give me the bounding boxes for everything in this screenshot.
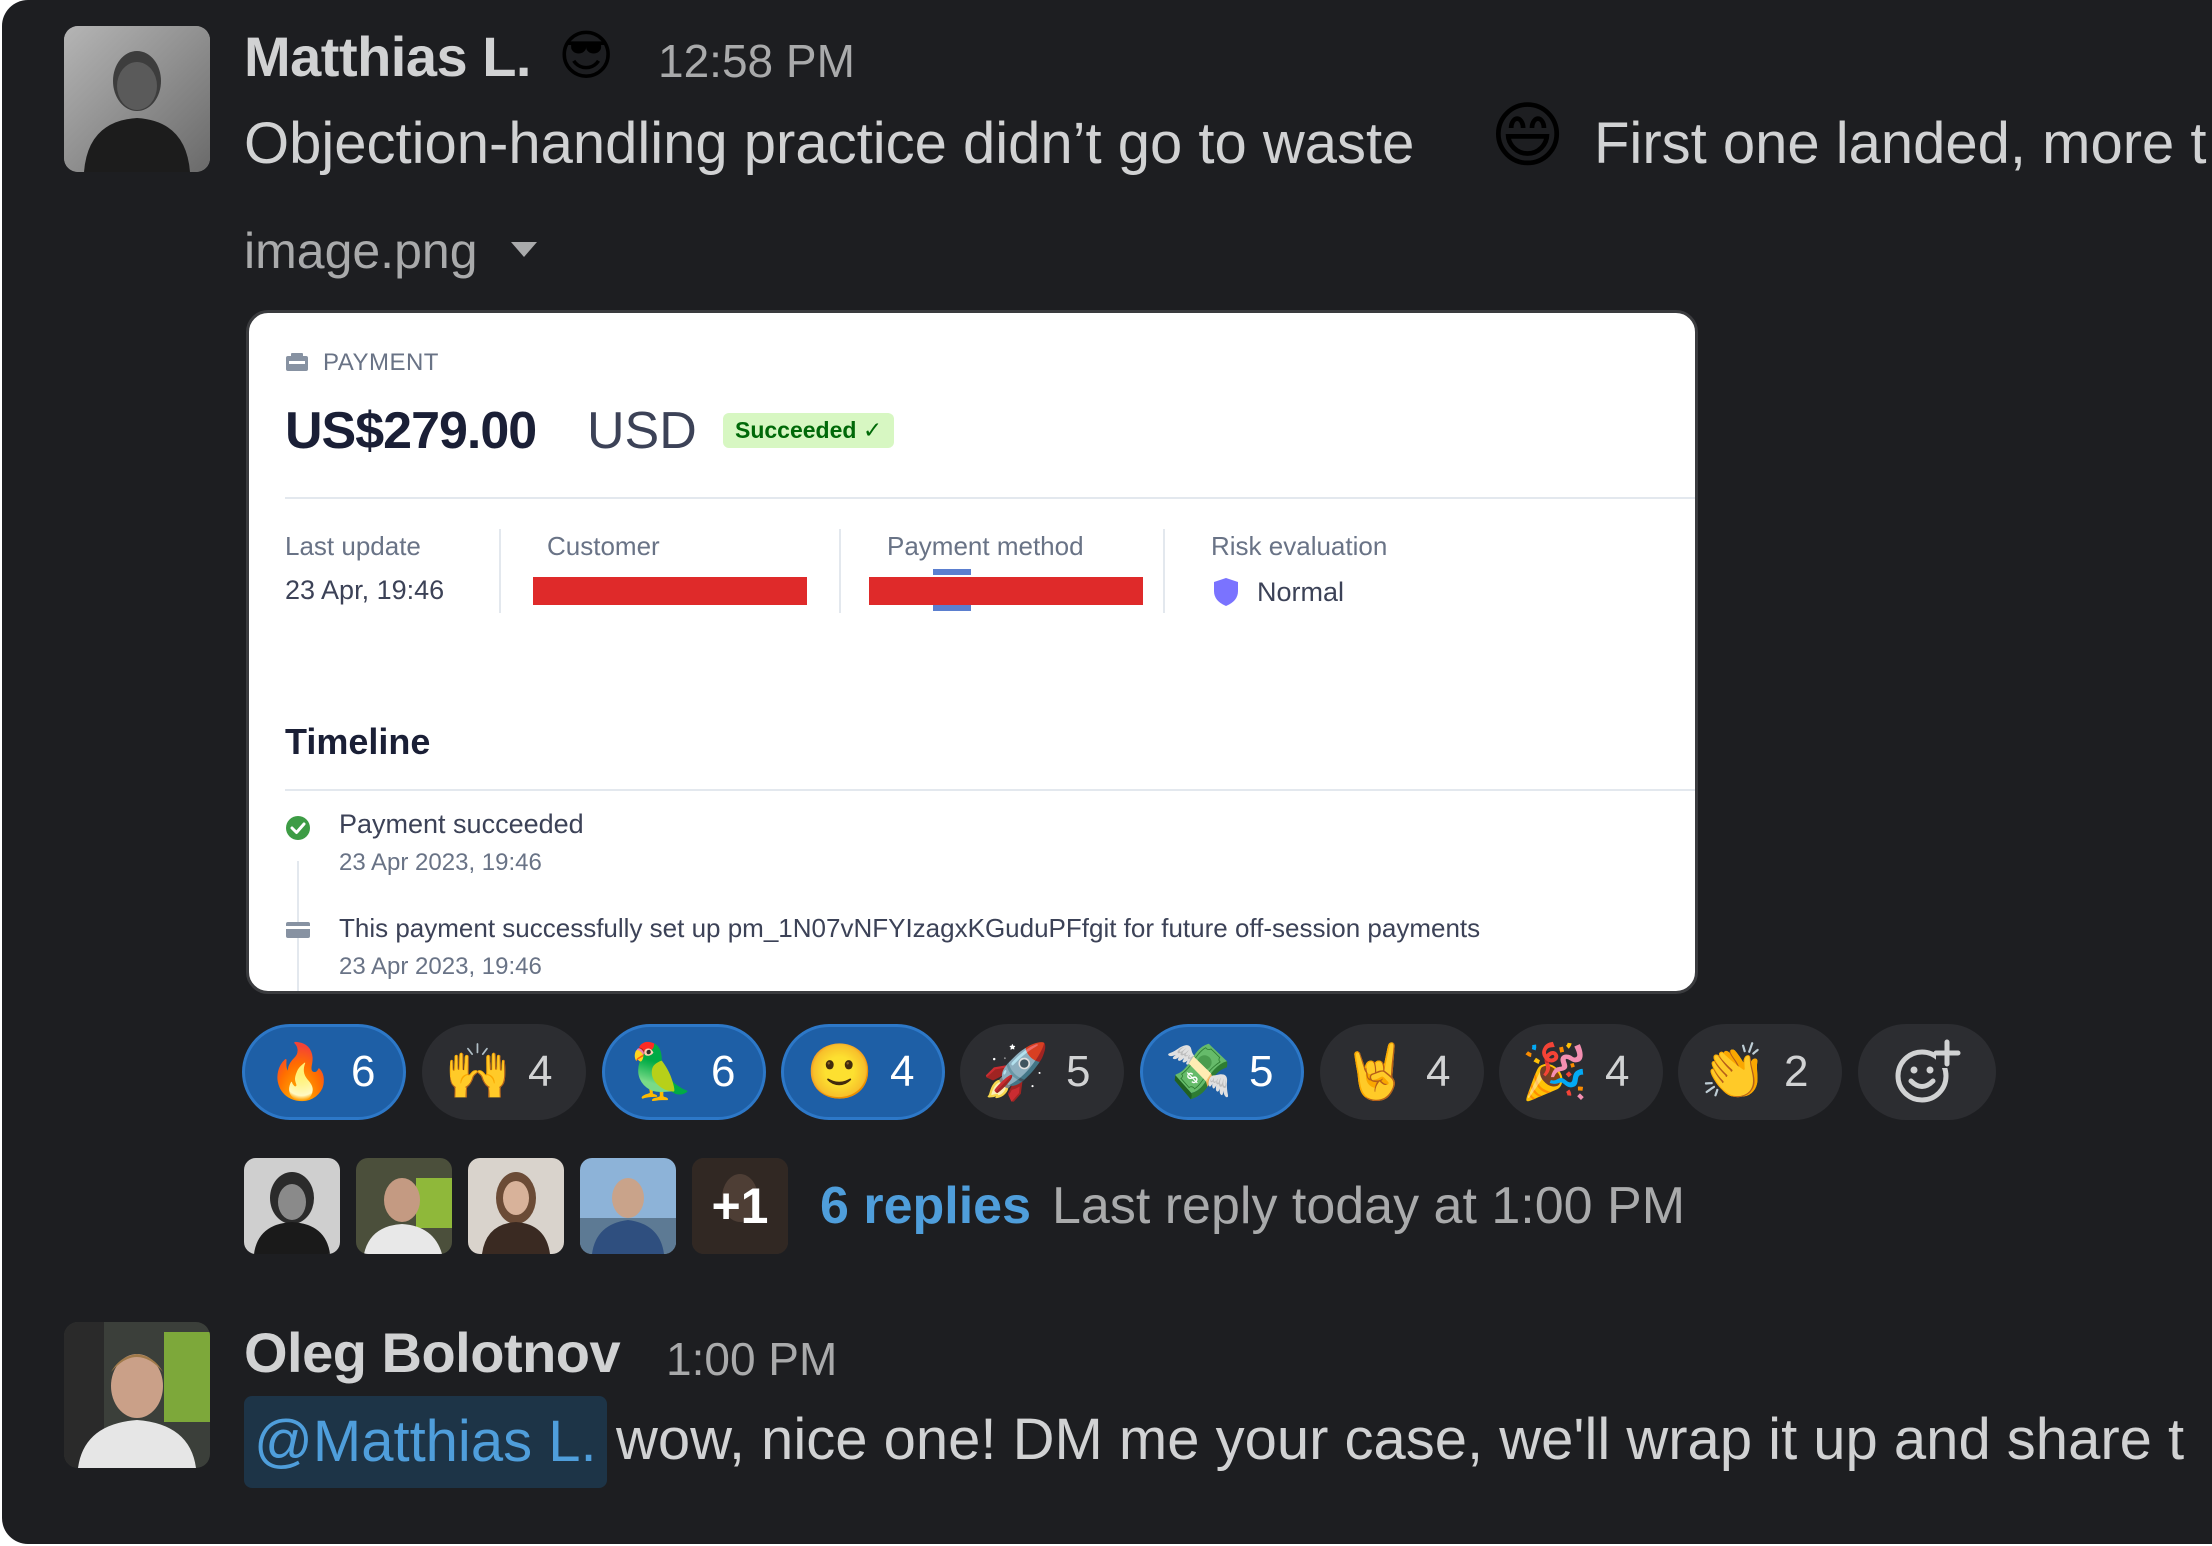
reaction-money-wings[interactable]: 💸 5 [1140, 1024, 1304, 1120]
reply-avatar[interactable] [468, 1158, 564, 1254]
more-participants-count: +1 [711, 1178, 769, 1234]
message-timestamp[interactable]: 12:58 PM [658, 34, 855, 88]
party-popper-emoji: 🎉 [1521, 1042, 1589, 1102]
risk-evaluation-value: Normal [1257, 577, 1345, 607]
reaction-rocket[interactable]: 🚀 5 [960, 1024, 1124, 1120]
payment-method-label: Payment method [887, 531, 1084, 561]
timeline-title: Timeline [285, 721, 431, 762]
reaction-count: 2 [1784, 1047, 1809, 1096]
clap-emoji: 👏 [1700, 1042, 1768, 1102]
author-name[interactable]: Oleg Bolotnov [244, 1320, 621, 1385]
reply-avatar[interactable] [356, 1158, 452, 1254]
customer-label: Customer [547, 531, 660, 561]
divider [1163, 529, 1165, 613]
last-update-label: Last update [285, 531, 421, 561]
reaction-count: 6 [351, 1047, 376, 1096]
more-participants[interactable]: +1 [692, 1158, 788, 1254]
reaction-count: 4 [1605, 1047, 1630, 1096]
grinning-emoji: 😄 [1490, 96, 1566, 176]
reaction-party-popper[interactable]: 🎉 4 [1499, 1024, 1663, 1120]
attachment-name[interactable]: image.png [244, 222, 478, 280]
money-wings-emoji: 💸 [1165, 1042, 1233, 1102]
message-text-part2: First one landed, more t [1594, 111, 2207, 176]
reaction-fire[interactable]: 🔥 6 [242, 1024, 406, 1120]
divider [499, 529, 501, 613]
timeline-event-title: This payment successfully set up pm_1N07… [339, 913, 1481, 943]
last-reply-time: Last reply today at 1:00 PM [1052, 1177, 1686, 1235]
payment-currency: USD [587, 402, 697, 460]
last-update-value: 23 Apr, 19:46 [285, 575, 445, 605]
redacted-payment-method [869, 577, 1143, 605]
parrots-emoji: 🦜 [627, 1042, 695, 1102]
reply-avatar[interactable] [244, 1158, 340, 1254]
reaction-count: 4 [1426, 1047, 1451, 1096]
credit-card-icon [286, 922, 310, 938]
add-emoji-icon [1895, 1039, 1961, 1103]
timeline-event-title: Payment succeeded [339, 809, 584, 839]
card-brand-mark [933, 605, 971, 611]
reaction-raised-hands[interactable]: 🙌 4 [422, 1024, 586, 1120]
user-mention[interactable]: @Matthias L. [244, 1396, 607, 1488]
reaction-parrots[interactable]: 🦜 6 [602, 1024, 766, 1120]
payment-amount: US$279.00 [285, 402, 537, 460]
message-timestamp[interactable]: 1:00 PM [666, 1332, 837, 1386]
divider [285, 789, 1695, 791]
status-badge: Succeeded ✓ [723, 413, 895, 448]
message-text: wow, nice one! DM me your case, we'll wr… [616, 1407, 2185, 1472]
check-circle-icon [286, 816, 310, 840]
message-text-part1: Objection-handling practice didn’t go to… [244, 111, 1415, 176]
payment-section-label: PAYMENT [323, 349, 439, 376]
reaction-count: 6 [711, 1047, 736, 1096]
blob-emoji: 🙂 [806, 1042, 874, 1102]
fire-emoji: 🔥 [267, 1042, 335, 1102]
attachment-image[interactable]: PAYMENT US$279.00 USD Succeeded ✓ Last u… [246, 310, 1698, 994]
reaction-rock-on[interactable]: 🤘 4 [1320, 1024, 1484, 1120]
thread-replies-link[interactable]: 6 replies [820, 1176, 1031, 1236]
card-icon [286, 353, 308, 371]
card-brand-mark [933, 569, 971, 575]
status-emoji: 😎 [558, 26, 615, 86]
author-name[interactable]: Matthias L. [244, 24, 531, 89]
reaction-count: 4 [528, 1047, 553, 1096]
message-pane: Matthias L. 😎 12:58 PM Objection-handlin… [2, 0, 2212, 1544]
author-avatar[interactable] [64, 1322, 210, 1468]
divider [285, 497, 1695, 499]
reaction-blob[interactable]: 🙂 4 [781, 1024, 945, 1120]
redacted-customer [533, 577, 807, 605]
reaction-count: 5 [1066, 1047, 1091, 1096]
rocket-emoji: 🚀 [982, 1042, 1050, 1102]
risk-evaluation-label: Risk evaluation [1211, 531, 1388, 561]
reply-avatar[interactable] [580, 1158, 676, 1254]
rock-on-emoji: 🤘 [1342, 1042, 1410, 1102]
reaction-clap[interactable]: 👏 2 [1678, 1024, 1842, 1120]
chevron-down-icon[interactable] [511, 242, 537, 257]
shield-icon [1214, 578, 1238, 606]
timeline-event-date: 23 Apr 2023, 19:46 [339, 849, 542, 876]
add-reaction-button[interactable] [1858, 1024, 1996, 1120]
author-avatar[interactable] [64, 26, 210, 172]
raised-hands-emoji: 🙌 [444, 1042, 512, 1102]
reaction-count: 4 [890, 1047, 915, 1096]
divider [839, 529, 841, 613]
reaction-count: 5 [1249, 1047, 1274, 1096]
timeline-event-date: 23 Apr 2023, 19:46 [339, 953, 542, 980]
